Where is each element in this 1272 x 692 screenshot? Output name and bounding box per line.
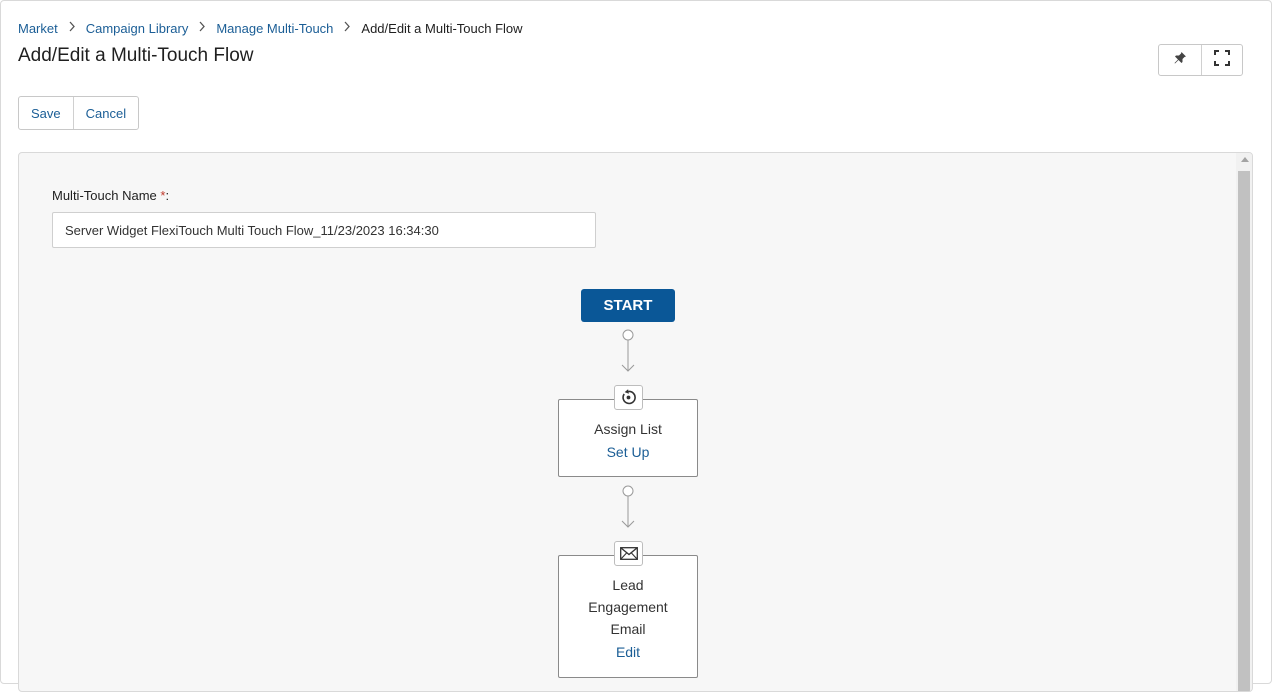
multi-touch-name-input[interactable] [52,212,596,248]
chevron-right-icon [68,21,76,35]
pin-icon [1173,51,1187,70]
start-node[interactable]: START [581,289,675,322]
flow-editor-panel: Multi-Touch Name *: START Assign List S [18,152,1253,692]
node-actions: Set Up [559,440,697,462]
breadcrumb-market[interactable]: Market [18,21,58,36]
node-title: Lead Engagement Email [559,556,697,640]
node-title-line: Engagement [588,599,668,615]
flow-connector [621,329,635,372]
action-bar: Save Cancel [18,96,140,130]
breadcrumb: Market Campaign Library Manage Multi-Tou… [18,19,523,37]
fullscreen-icon [1213,49,1230,71]
page-title: Add/Edit a Multi-Touch Flow [18,45,254,66]
vertical-scrollbar[interactable] [1236,153,1252,691]
view-tools [1158,44,1243,76]
page-container: Market Campaign Library Manage Multi-Tou… [0,0,1272,692]
breadcrumb-manage-multi-touch[interactable]: Manage Multi-Touch [216,21,333,36]
edit-link[interactable]: Edit [616,644,640,660]
name-field-label: Multi-Touch Name *: [52,188,169,203]
node-actions: Edit [559,640,697,662]
fullscreen-button[interactable] [1200,45,1243,75]
chevron-right-icon [198,21,206,35]
save-button[interactable]: Save [19,97,73,129]
node-title-line: Lead [612,577,644,593]
flow-connector [621,485,635,528]
cancel-button[interactable]: Cancel [72,97,138,129]
setup-link[interactable]: Set Up [607,444,650,460]
refresh-icon[interactable] [614,385,643,410]
breadcrumb-current: Add/Edit a Multi-Touch Flow [361,20,523,36]
breadcrumb-campaign-library[interactable]: Campaign Library [86,21,189,36]
scroll-up-arrow-icon[interactable] [1241,157,1249,162]
chevron-right-icon [343,21,351,35]
node-title-line: Assign List [594,421,662,437]
flow-node-lead-engagement-email: Lead Engagement Email Edit [558,541,698,678]
scrollbar-thumb[interactable] [1238,171,1250,691]
label-colon: : [165,188,170,203]
name-label-text: Multi-Touch Name [52,188,157,203]
pin-button[interactable] [1159,45,1201,75]
node-title-line: Email [610,621,646,637]
flow-node-assign-list: Assign List Set Up [558,385,698,477]
envelope-icon[interactable] [614,541,643,566]
